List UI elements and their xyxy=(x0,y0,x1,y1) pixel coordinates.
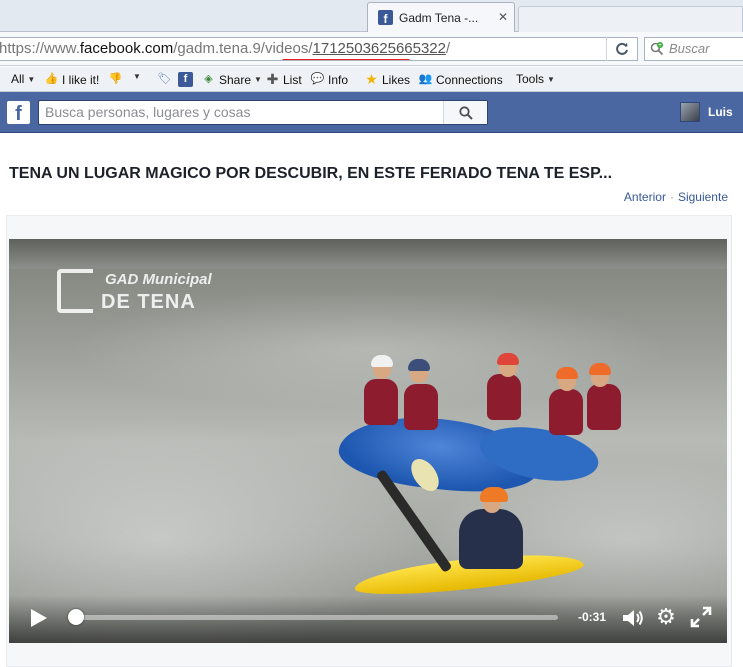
tab-strip: f Gadm Tena -... ✕ xyxy=(0,0,743,32)
tools-menu-button[interactable]: Tools ▼ xyxy=(516,72,555,86)
browser-search-placeholder: Buscar xyxy=(669,41,710,56)
like-label: I like it! xyxy=(62,72,100,87)
tag-button[interactable]: 🏷 xyxy=(157,72,172,87)
facebook-logo-icon[interactable]: f xyxy=(7,101,30,124)
connections-button[interactable]: 👥 Connections xyxy=(418,72,503,87)
all-label: All xyxy=(11,72,25,86)
rafter-image xyxy=(364,379,398,425)
video-title: TENA UN LUGAR MAGICO POR DESCUBIR, EN ES… xyxy=(9,165,613,182)
address-bar[interactable]: https://www.facebook.com/gadm.tena.9/vid… xyxy=(0,37,638,61)
search-button[interactable] xyxy=(443,101,487,124)
chevron-down-icon: ▼ xyxy=(27,74,36,84)
rafter-image xyxy=(549,389,583,435)
kayaker-image xyxy=(459,509,523,569)
navigation-bar: https://www.facebook.com/gadm.tena.9/vid… xyxy=(0,32,743,66)
volume-icon[interactable] xyxy=(621,607,645,629)
facebook-search-input[interactable]: Busca personas, lugares y cosas xyxy=(38,100,488,125)
rafter-image xyxy=(404,384,438,430)
likes-label: Likes xyxy=(382,72,411,87)
url-host: facebook.com xyxy=(79,40,174,57)
tools-label: Tools xyxy=(516,72,545,86)
speech-bubble-icon: 💬 xyxy=(310,73,325,85)
rafter-helmet-image xyxy=(497,353,519,365)
video-player[interactable]: GAD Municipal DE TENA xyxy=(9,239,727,643)
video-pager: Anterior · Siguiente xyxy=(624,190,728,204)
reload-button[interactable] xyxy=(606,37,636,61)
connections-label: Connections xyxy=(436,72,503,87)
plus-icon: ✚ xyxy=(266,71,279,87)
extension-toolbar: All ▼ 👍 I like it! 👎 ▼ 🏷 f ◈ Share ▼ ✚ L… xyxy=(0,67,743,92)
chevron-down-icon: ▼ xyxy=(254,75,262,84)
list-label: List xyxy=(283,72,302,87)
user-name: Luis xyxy=(708,105,733,119)
share-button[interactable]: ◈ Share ▼ xyxy=(201,72,262,87)
like-dropdown-button[interactable]: ▼ xyxy=(133,72,141,81)
facebook-favicon-icon: f xyxy=(378,10,393,25)
facebook-button[interactable]: f xyxy=(178,72,193,87)
kayaker-helmet-image xyxy=(480,487,508,502)
next-link[interactable]: Siguiente xyxy=(678,190,728,204)
video-id-underline-annotation xyxy=(282,59,410,60)
reload-icon xyxy=(615,42,628,55)
watermark-line2: DE TENA xyxy=(101,291,196,313)
facebook-header: f Busca personas, lugares y cosas Luis xyxy=(0,92,743,133)
share-icon: ◈ xyxy=(204,73,213,85)
browser-window: f Gadm Tena -... ✕ https://www.facebook.… xyxy=(0,0,743,667)
likes-button[interactable]: ★ Likes xyxy=(364,72,410,87)
previous-link[interactable]: Anterior xyxy=(624,190,666,204)
facebook-icon: f xyxy=(178,72,193,87)
settings-gear-icon[interactable]: ⚙ xyxy=(655,606,677,628)
profile-link[interactable]: Luis xyxy=(680,102,733,122)
people-icon: 👥 xyxy=(418,73,433,85)
seek-bar[interactable] xyxy=(71,615,558,620)
share-label: Share xyxy=(219,72,252,87)
svg-text:+: + xyxy=(657,42,662,49)
rafter-helmet-image xyxy=(589,363,611,375)
url-suffix: / xyxy=(446,40,451,57)
info-label: Info xyxy=(328,72,349,87)
time-remaining: -0:31 xyxy=(578,610,607,624)
url-video-id: 1712503625665322 xyxy=(312,40,446,57)
gad-tena-watermark: GAD Municipal DE TENA xyxy=(57,267,232,321)
chevron-down-icon: ▼ xyxy=(547,74,555,84)
tab-close-icon[interactable]: ✕ xyxy=(498,10,508,24)
pager-separator: · xyxy=(669,190,674,204)
info-button[interactable]: 💬 Info xyxy=(310,72,348,87)
search-engine-icon: + xyxy=(650,41,664,56)
rafter-helmet-image xyxy=(371,355,393,367)
rafter-helmet-image xyxy=(556,367,578,379)
new-tab-area[interactable] xyxy=(518,6,743,32)
star-icon: ★ xyxy=(365,71,378,87)
rafter-helmet-image xyxy=(408,359,430,371)
url-prefix: https://www. xyxy=(0,40,80,57)
rafter-image xyxy=(487,374,521,420)
thumbs-up-icon: 👍 xyxy=(44,73,59,85)
like-button[interactable]: 👍 I like it! xyxy=(44,72,100,87)
url-path: /gadm.tena.9/videos/ xyxy=(173,40,313,57)
tab-title: Gadm Tena -... xyxy=(399,10,479,25)
fullscreen-icon[interactable] xyxy=(690,606,712,628)
rafter-image xyxy=(587,384,621,430)
browser-search-input[interactable]: + Buscar xyxy=(644,37,743,61)
avatar xyxy=(680,102,700,122)
facebook-search-placeholder: Busca personas, lugares y cosas xyxy=(45,104,251,120)
seek-handle[interactable] xyxy=(67,609,84,625)
all-menu-button[interactable]: All ▼ xyxy=(11,72,35,86)
play-icon[interactable] xyxy=(31,609,47,627)
tab-facebook-video[interactable]: f Gadm Tena -... ✕ xyxy=(367,2,515,32)
video-background xyxy=(9,239,727,269)
thumbs-down-icon: 👎 xyxy=(108,73,123,85)
watermark-line1: GAD Municipal xyxy=(105,271,212,288)
watermark-logo-icon xyxy=(57,269,93,313)
list-button[interactable]: ✚ List xyxy=(265,72,302,87)
video-controls: -0:31 ⚙ xyxy=(9,595,727,643)
tag-icon: 🏷 xyxy=(157,73,172,85)
search-icon xyxy=(458,105,473,120)
chevron-down-icon: ▼ xyxy=(133,72,141,81)
dislike-button[interactable]: 👎 xyxy=(108,72,123,87)
